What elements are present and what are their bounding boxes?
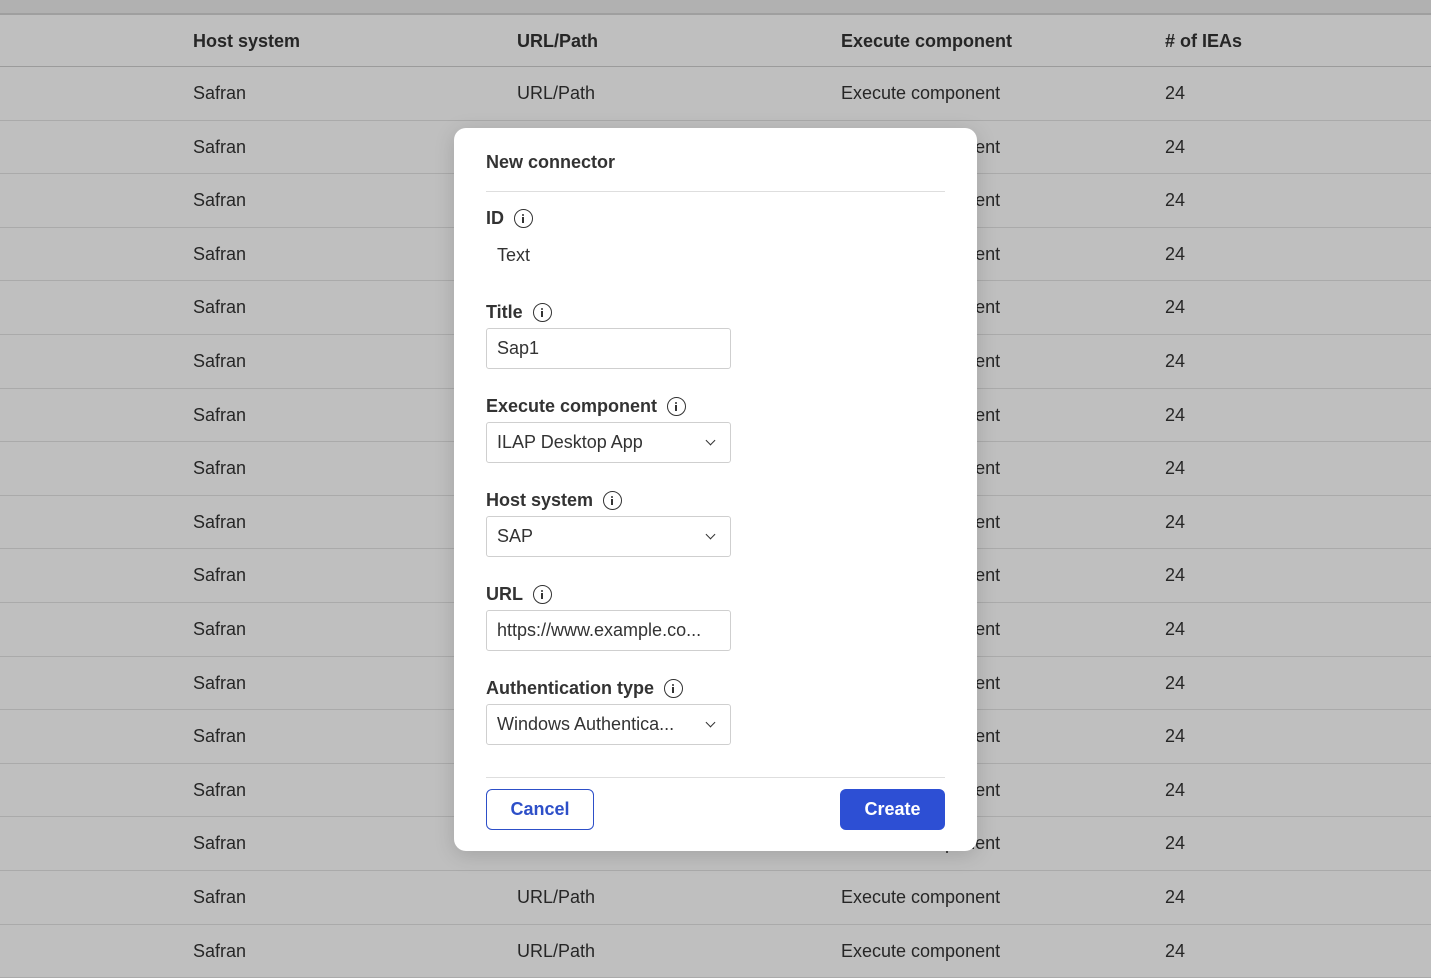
host-system-select[interactable]: SAP	[486, 516, 731, 557]
execute-component-label: Execute component	[486, 396, 687, 417]
title-input[interactable]	[486, 328, 731, 369]
url-input[interactable]	[486, 610, 731, 651]
host-system-label: Host system	[486, 490, 623, 511]
info-icon[interactable]	[533, 585, 552, 604]
footer-divider	[486, 777, 945, 778]
host-system-label-text: Host system	[486, 490, 594, 510]
header-divider	[486, 191, 945, 192]
info-icon[interactable]	[667, 397, 687, 416]
info-icon[interactable]	[532, 303, 552, 322]
authentication-type-select[interactable]: Windows Authentica...	[486, 704, 731, 745]
chevron-down-icon	[705, 435, 716, 446]
chevron-down-icon	[705, 717, 716, 728]
host-system-value: SAP	[497, 526, 534, 546]
dialog-title: New connector	[486, 152, 616, 172]
title-label: Title	[486, 302, 552, 323]
chevron-down-icon	[705, 529, 716, 540]
info-icon[interactable]	[514, 209, 533, 228]
url-label-text: URL	[486, 584, 523, 604]
id-label: ID	[486, 208, 533, 229]
cancel-button[interactable]: Cancel	[486, 789, 594, 830]
url-label: URL	[486, 584, 552, 605]
id-value: Text	[497, 245, 531, 265]
info-icon[interactable]	[603, 491, 623, 510]
execute-component-label-text: Execute component	[486, 396, 658, 416]
execute-component-select[interactable]: ILAP Desktop App	[486, 422, 731, 463]
new-connector-dialog: New connector ID Text Title Execute comp…	[454, 128, 977, 851]
authentication-type-label: Authentication type	[486, 678, 684, 699]
id-label-text: ID	[486, 208, 504, 228]
authentication-type-label-text: Authentication type	[486, 678, 655, 698]
execute-component-value: ILAP Desktop App	[497, 432, 643, 452]
create-button[interactable]: Create	[840, 789, 945, 830]
title-label-text: Title	[486, 302, 523, 322]
info-icon[interactable]	[664, 679, 684, 698]
authentication-type-value: Windows Authentica...	[497, 714, 675, 734]
